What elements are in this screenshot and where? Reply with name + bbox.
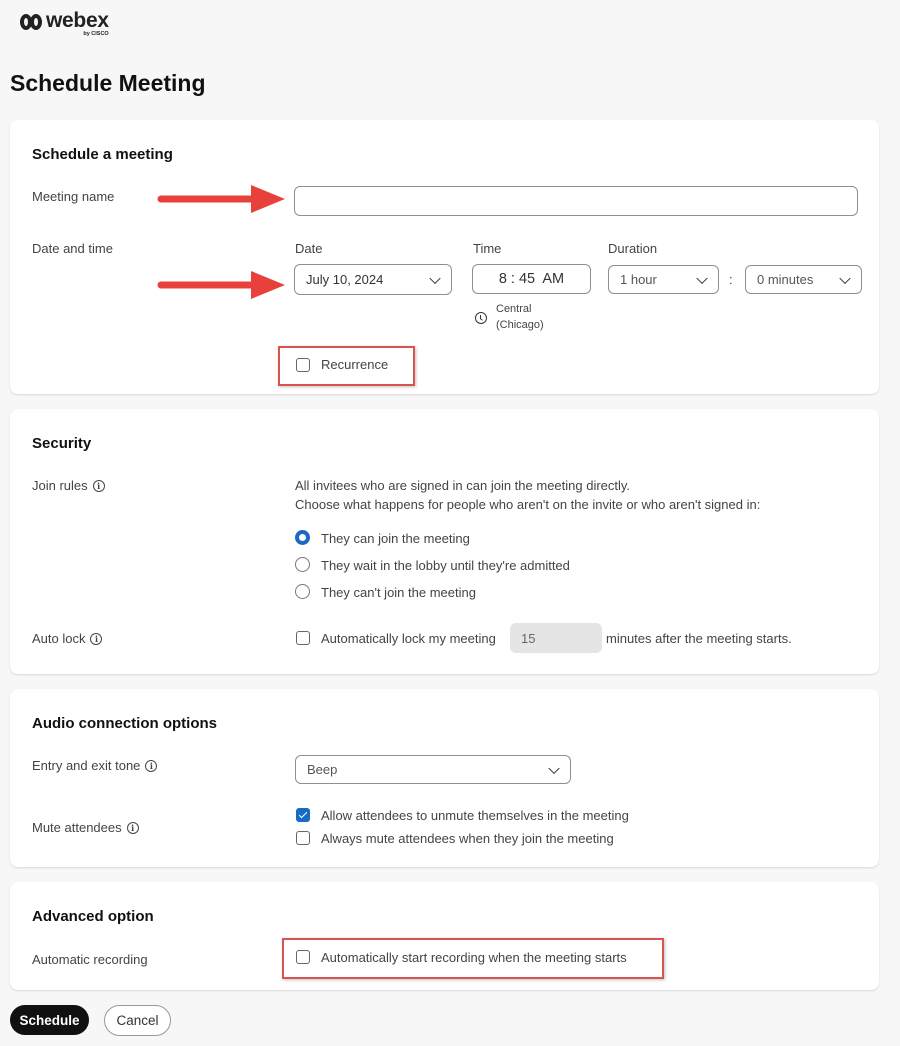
date-dropdown[interactable]: July 10, 2024	[294, 264, 452, 295]
chevron-down-icon	[696, 272, 708, 284]
security-card: Security Join rules i All invitees who a…	[10, 409, 879, 674]
recurrence-label: Recurrence	[321, 357, 389, 372]
auto-lock-checkbox[interactable]	[296, 631, 310, 645]
automatic-recording-label: Automatic recording	[32, 952, 148, 967]
join-option-radio-can-join[interactable]	[295, 530, 310, 545]
allow-unmute-checkbox[interactable]	[296, 808, 310, 822]
annotation-arrow-meeting-name	[157, 185, 285, 213]
time-label: Time	[473, 241, 502, 256]
auto-lock-minutes-input[interactable]: 15	[510, 623, 602, 653]
logo-word: webex	[46, 9, 109, 32]
join-option-radio-cannot-join[interactable]	[295, 584, 310, 599]
auto-lock-minutes-value: 15	[521, 630, 536, 646]
info-icon[interactable]: i	[92, 479, 105, 492]
schedule-button[interactable]: Schedule	[10, 1005, 89, 1035]
webex-logo-icon	[20, 14, 42, 30]
annotation-arrow-date	[157, 271, 285, 299]
duration-separator: :	[729, 272, 733, 287]
always-mute-checkbox[interactable]	[296, 831, 310, 845]
entry-exit-tone-label: Entry and exit tone i	[32, 758, 158, 773]
date-value: July 10, 2024	[306, 272, 384, 287]
chevron-down-icon	[839, 272, 851, 284]
meeting-name-label: Meeting name	[32, 189, 115, 204]
auto-lock-suffix: minutes after the meeting starts.	[606, 631, 792, 646]
auto-lock-text: Automatically lock my meeting	[321, 631, 496, 646]
time-input[interactable]: 8 : 45 AM	[472, 264, 591, 294]
time-value: 8 : 45 AM	[498, 271, 565, 287]
clock-icon	[475, 312, 487, 324]
page-title: Schedule Meeting	[10, 70, 206, 96]
duration-hours-dropdown[interactable]: 1 hour	[608, 265, 719, 294]
join-option-label: They wait in the lobby until they're adm…	[321, 558, 570, 573]
timezone-line1: Central	[496, 303, 532, 315]
advanced-card: Advanced option Automatic recording Auto…	[10, 882, 879, 990]
auto-lock-label: Auto lock i	[32, 631, 103, 646]
audio-card: Audio connection options Entry and exit …	[10, 689, 879, 867]
webex-logo: webex by CISCO	[20, 10, 109, 37]
auto-recording-checkbox[interactable]	[296, 950, 310, 964]
advanced-section-title: Advanced option	[32, 908, 154, 925]
duration-minutes-value: 0 minutes	[757, 272, 814, 287]
always-mute-label: Always mute attendees when they join the…	[321, 831, 614, 846]
info-icon[interactable]: i	[90, 632, 103, 645]
duration-label: Duration	[608, 241, 658, 256]
join-rules-label: Join rules i	[32, 478, 105, 493]
date-time-label: Date and time	[32, 241, 113, 256]
join-option-radio-lobby[interactable]	[295, 557, 310, 572]
join-rules-description-2: Choose what happens for people who aren'…	[295, 497, 761, 512]
audio-section-title: Audio connection options	[32, 715, 217, 732]
entry-exit-tone-dropdown[interactable]: Beep	[295, 755, 571, 784]
schedule-section-title: Schedule a meeting	[32, 146, 173, 163]
cancel-button[interactable]: Cancel	[104, 1005, 171, 1036]
join-option-label: They can join the meeting	[321, 531, 470, 546]
auto-recording-text: Automatically start recording when the m…	[321, 950, 627, 965]
schedule-card: Schedule a meeting Meeting name Date and…	[10, 120, 879, 394]
info-icon[interactable]: i	[145, 759, 158, 772]
duration-minutes-dropdown[interactable]: 0 minutes	[745, 265, 862, 294]
allow-unmute-label: Allow attendees to unmute themselves in …	[321, 808, 629, 823]
date-label: Date	[295, 241, 323, 256]
security-section-title: Security	[32, 435, 92, 452]
mute-attendees-label: Mute attendees i	[32, 820, 139, 835]
chevron-down-icon	[548, 762, 560, 774]
join-rules-description-1: All invitees who are signed in can join …	[295, 478, 631, 493]
chevron-down-icon	[429, 272, 441, 284]
logo-by-cisco: by CISCO	[83, 31, 109, 37]
recurrence-checkbox[interactable]	[296, 358, 310, 372]
entry-exit-tone-value: Beep	[307, 762, 338, 777]
join-option-label: They can't join the meeting	[321, 585, 476, 600]
info-icon[interactable]: i	[126, 821, 139, 834]
timezone-line2: (Chicago)	[496, 319, 544, 331]
duration-hours-value: 1 hour	[620, 272, 657, 287]
meeting-name-input[interactable]	[294, 186, 858, 216]
